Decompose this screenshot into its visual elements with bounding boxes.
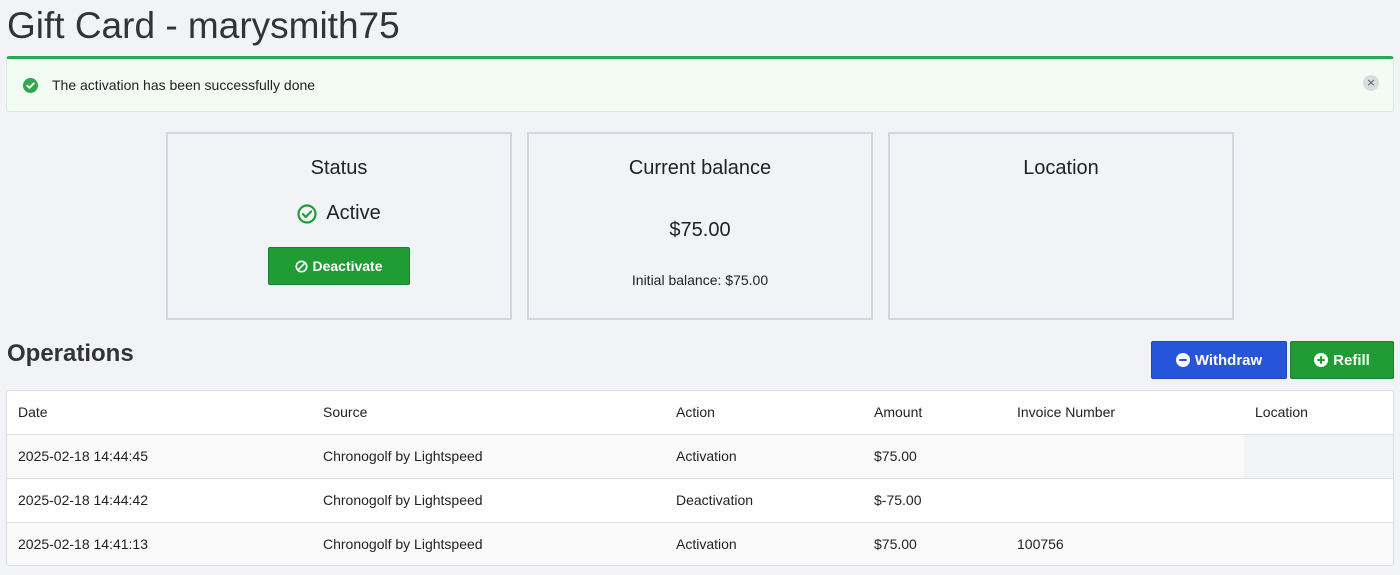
status-value: Active <box>326 202 381 224</box>
cell-source: Chronogolf by Lightspeed <box>312 434 665 478</box>
refill-button[interactable]: Refill <box>1290 341 1394 379</box>
check-circle-icon <box>23 77 38 93</box>
current-balance-value: $75.00 <box>669 219 731 241</box>
column-header-amount: Amount <box>863 391 1006 435</box>
withdraw-label: Withdraw <box>1194 351 1263 369</box>
minus-circle-icon <box>1175 353 1190 367</box>
table-header-row: Date Source Action Amount Invoice Number… <box>7 391 1393 435</box>
balance-card-title: Current balance <box>628 157 772 179</box>
page-title: Gift Card - marysmith75 <box>7 5 400 46</box>
cell-amount: $75.00 <box>863 434 1006 478</box>
column-header-date: Date <box>7 391 312 435</box>
cell-location <box>1244 522 1393 565</box>
column-header-action: Action <box>665 391 863 435</box>
cell-action: Activation <box>665 522 863 565</box>
deactivate-button[interactable]: Deactivate <box>268 247 410 285</box>
cell-invoice-number <box>1006 434 1244 478</box>
close-icon[interactable]: × <box>1363 75 1379 91</box>
cell-action: Activation <box>665 434 863 478</box>
table-row: 2025-02-18 14:44:42 Chronogolf by Lights… <box>7 478 1393 522</box>
cell-location <box>1244 478 1393 522</box>
balance-card: Current balance $75.00 Initial balance: … <box>527 132 873 320</box>
table-row: 2025-02-18 14:44:45 Chronogolf by Lights… <box>7 434 1393 478</box>
ban-icon <box>295 259 309 273</box>
cell-date: 2025-02-18 14:41:13 <box>7 522 312 565</box>
plus-circle-icon <box>1314 353 1329 367</box>
success-alert: The activation has been successfully don… <box>6 56 1394 112</box>
cell-date: 2025-02-18 14:44:45 <box>7 434 312 478</box>
cell-source: Chronogolf by Lightspeed <box>312 522 665 565</box>
refill-label: Refill <box>1333 351 1370 369</box>
status-indicator: Active <box>168 202 510 225</box>
location-card-title: Location <box>1023 157 1099 179</box>
cell-action: Deactivation <box>676 492 754 508</box>
column-header-source: Source <box>312 391 665 435</box>
cell-invoice-number: 100756 <box>1006 522 1244 565</box>
cell-amount: $75.00 <box>863 522 1006 565</box>
column-header-location: Location <box>1244 391 1393 435</box>
check-circle-outline-icon <box>297 203 317 224</box>
cell-amount: $-75.00 <box>874 492 922 508</box>
cell-source: Chronogolf by Lightspeed <box>323 492 483 508</box>
withdraw-button[interactable]: Withdraw <box>1151 341 1287 379</box>
cell-date: 2025-02-18 14:44:42 <box>18 492 148 508</box>
table-row: 2025-02-18 14:41:13 Chronogolf by Lights… <box>7 522 1393 565</box>
column-header-invoice-number: Invoice Number <box>1006 391 1244 435</box>
cell-location <box>1244 434 1393 478</box>
cell-invoice-number <box>1006 478 1244 522</box>
initial-balance: Initial balance: $75.00 <box>631 272 769 288</box>
alert-message: The activation has been successfully don… <box>52 77 316 93</box>
operations-table: Date Source Action Amount Invoice Number… <box>6 390 1394 566</box>
deactivate-label: Deactivate <box>312 258 383 274</box>
operations-title: Operations <box>7 340 134 367</box>
location-card: Location <box>888 132 1234 320</box>
status-card-title: Status <box>310 157 368 179</box>
status-card: Status Active Deactivate <box>166 132 512 320</box>
